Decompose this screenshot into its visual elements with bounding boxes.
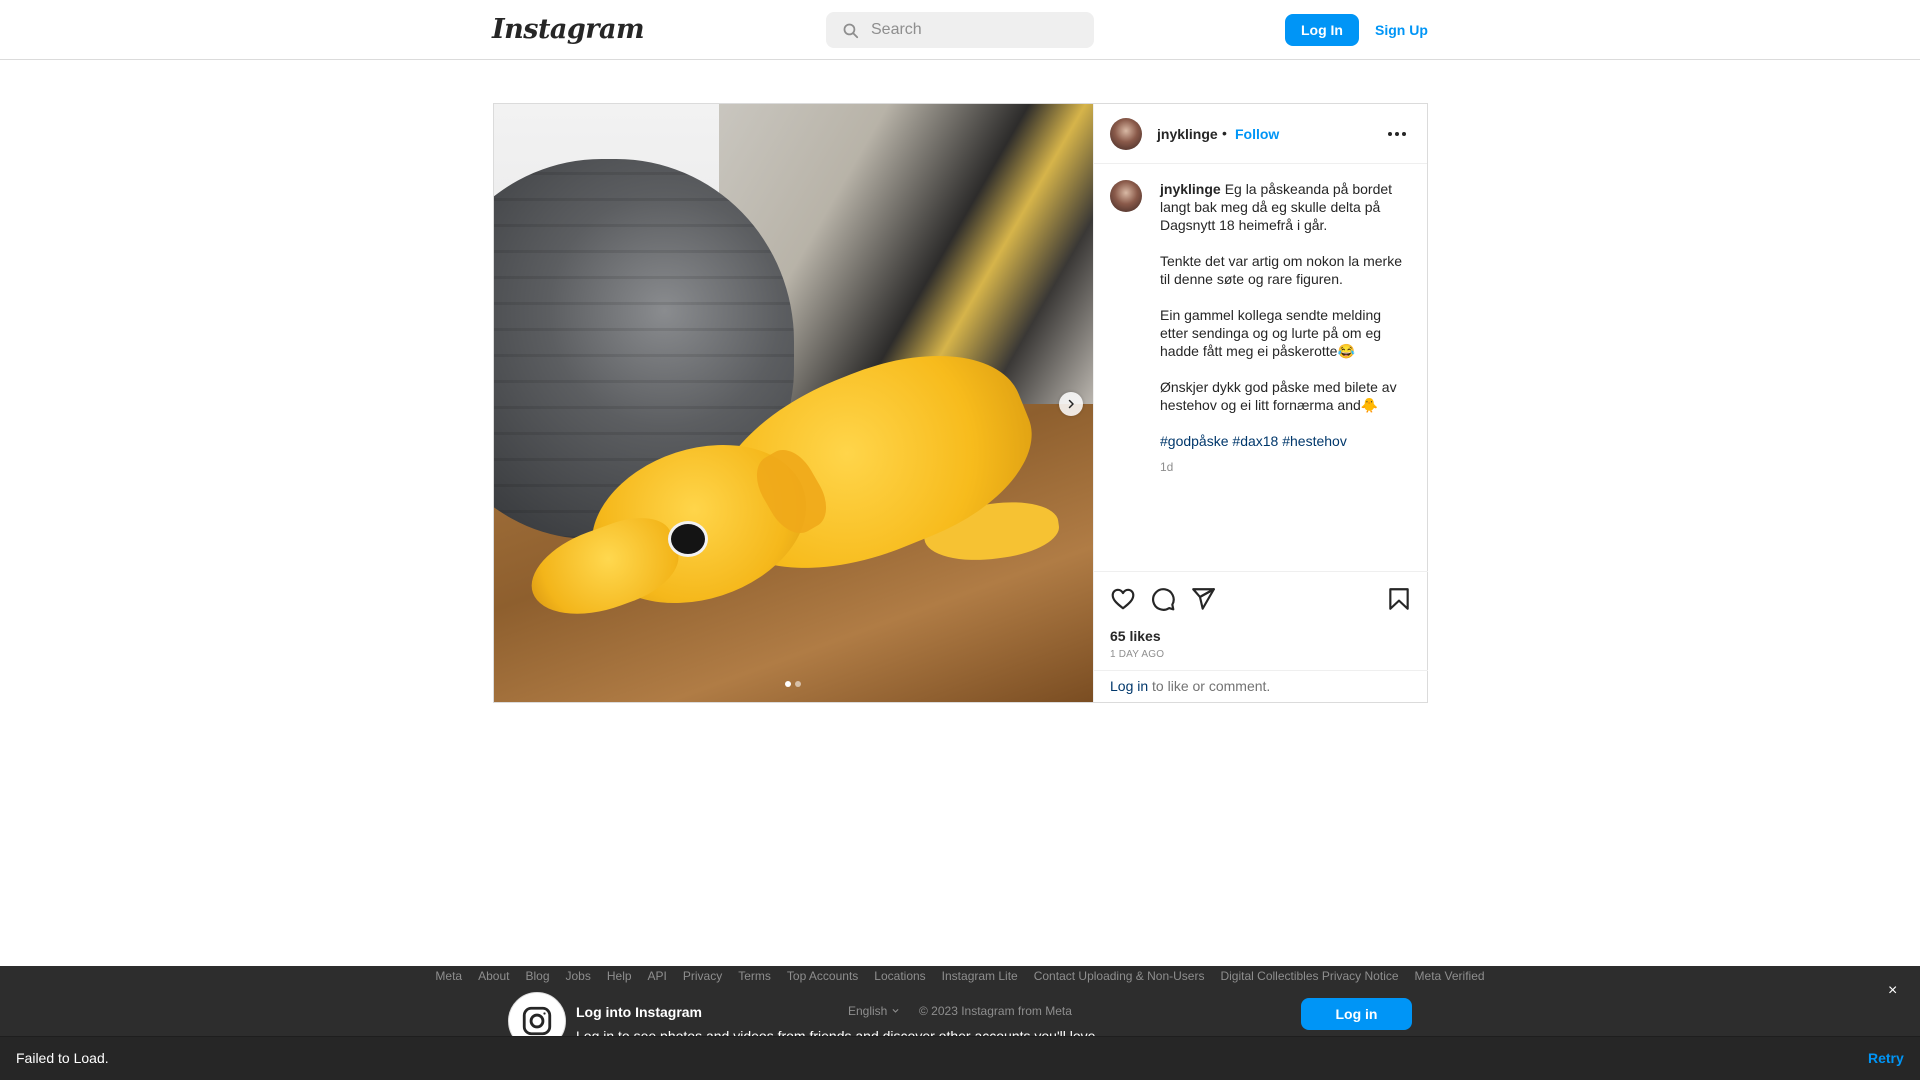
- footer-links: Meta About Blog Jobs Help API Privacy Te…: [0, 969, 1920, 983]
- caption-username[interactable]: jnyklinge: [1160, 181, 1221, 197]
- hashtag-link[interactable]: #hestehov: [1282, 433, 1347, 449]
- bookmark-icon[interactable]: [1386, 586, 1412, 612]
- footer-link[interactable]: Top Accounts: [787, 969, 858, 983]
- footer-link[interactable]: About: [478, 969, 509, 983]
- footer-link[interactable]: Jobs: [566, 969, 591, 983]
- chevron-right-icon: [1068, 399, 1074, 409]
- caption-paragraph: Tenkte det var artig om nokon la merke t…: [1160, 253, 1403, 287]
- heart-icon[interactable]: [1110, 586, 1136, 612]
- caption-paragraph: jnyklinge Eg la påskeanda på bordet langt…: [1160, 180, 1410, 234]
- post-username[interactable]: jnyklinge: [1157, 126, 1218, 142]
- close-icon[interactable]: ×: [1888, 982, 1897, 1000]
- caption-avatar[interactable]: [1110, 180, 1142, 212]
- top-nav: Instagram Log In Sign Up: [0, 0, 1920, 60]
- error-toast: Failed to Load. Retry: [0, 1036, 1920, 1080]
- toast-message: Failed to Load.: [16, 1050, 109, 1066]
- login-prompt-text: to like or comment.: [1148, 678, 1271, 694]
- overlay-title: Log into Instagram: [576, 1004, 702, 1020]
- hashtag-link[interactable]: #dax18: [1232, 433, 1278, 449]
- search-icon: [843, 23, 859, 38]
- image-duck-eye: [668, 521, 708, 557]
- signup-link[interactable]: Sign Up: [1375, 22, 1428, 38]
- hashtag-link[interactable]: #godpåske: [1160, 433, 1229, 449]
- chevron-down-icon: [892, 1008, 899, 1013]
- share-icon[interactable]: [1190, 586, 1216, 612]
- post-card: jnyklinge • Follow jnyklinge Eg la påskea…: [493, 103, 1428, 703]
- footer-link[interactable]: Locations: [874, 969, 925, 983]
- follow-button[interactable]: Follow: [1235, 126, 1279, 142]
- caption-paragraph: Ein gammel kollega sendte melding etter …: [1160, 307, 1382, 359]
- action-bar: [1094, 571, 1428, 611]
- language-label: English: [848, 1004, 888, 1018]
- caption-text: jnyklinge Eg la påskeanda på bordet langt…: [1160, 180, 1410, 476]
- post-time[interactable]: 1 DAY AGO: [1110, 649, 1164, 660]
- search-input[interactable]: [871, 21, 1071, 39]
- login-prompt: Log in to like or comment.: [1094, 670, 1428, 702]
- caption-paragraph: Ønskjer dykk god påske med bilete av hes…: [1160, 379, 1397, 413]
- carousel-dots: [785, 681, 801, 687]
- post-sidebar: jnyklinge • Follow jnyklinge Eg la påskea…: [1093, 104, 1428, 702]
- separator-dot: •: [1222, 125, 1227, 141]
- carousel-next-button[interactable]: [1059, 392, 1083, 416]
- caption-age[interactable]: 1d: [1160, 458, 1410, 476]
- carousel-dot: [795, 681, 801, 687]
- instagram-logo[interactable]: Instagram: [492, 14, 645, 45]
- footer-link[interactable]: Instagram Lite: [942, 969, 1018, 983]
- footer-link[interactable]: Digital Collectibles Privacy Notice: [1220, 969, 1398, 983]
- footer-link[interactable]: Privacy: [683, 969, 722, 983]
- footer-link[interactable]: Terms: [738, 969, 771, 983]
- more-icon[interactable]: [1388, 126, 1406, 142]
- caption: jnyklinge Eg la påskeanda på bordet langt…: [1110, 180, 1420, 510]
- post-image[interactable]: [494, 104, 1093, 702]
- login-link[interactable]: Log in: [1110, 678, 1148, 694]
- post-header: jnyklinge • Follow: [1094, 104, 1427, 164]
- avatar[interactable]: [1110, 118, 1142, 150]
- login-button[interactable]: Log In: [1285, 14, 1359, 46]
- retry-button[interactable]: Retry: [1868, 1050, 1904, 1066]
- footer-link[interactable]: Meta: [435, 969, 462, 983]
- search-bar[interactable]: [826, 12, 1094, 48]
- footer-link[interactable]: Help: [607, 969, 632, 983]
- copyright: © 2023 Instagram from Meta: [919, 1004, 1072, 1018]
- caption-hashtags: #godpåske #dax18 #hestehov: [1160, 432, 1410, 450]
- footer-link[interactable]: API: [648, 969, 667, 983]
- carousel-dot: [785, 681, 791, 687]
- footer-link[interactable]: Blog: [525, 969, 549, 983]
- overlay-login-button[interactable]: Log in: [1301, 998, 1412, 1030]
- comment-icon[interactable]: [1150, 586, 1176, 612]
- likes-count[interactable]: 65 likes: [1110, 628, 1161, 644]
- language-selector[interactable]: English: [848, 1004, 900, 1018]
- footer-link[interactable]: Meta Verified: [1415, 969, 1485, 983]
- footer-link[interactable]: Contact Uploading & Non-Users: [1034, 969, 1205, 983]
